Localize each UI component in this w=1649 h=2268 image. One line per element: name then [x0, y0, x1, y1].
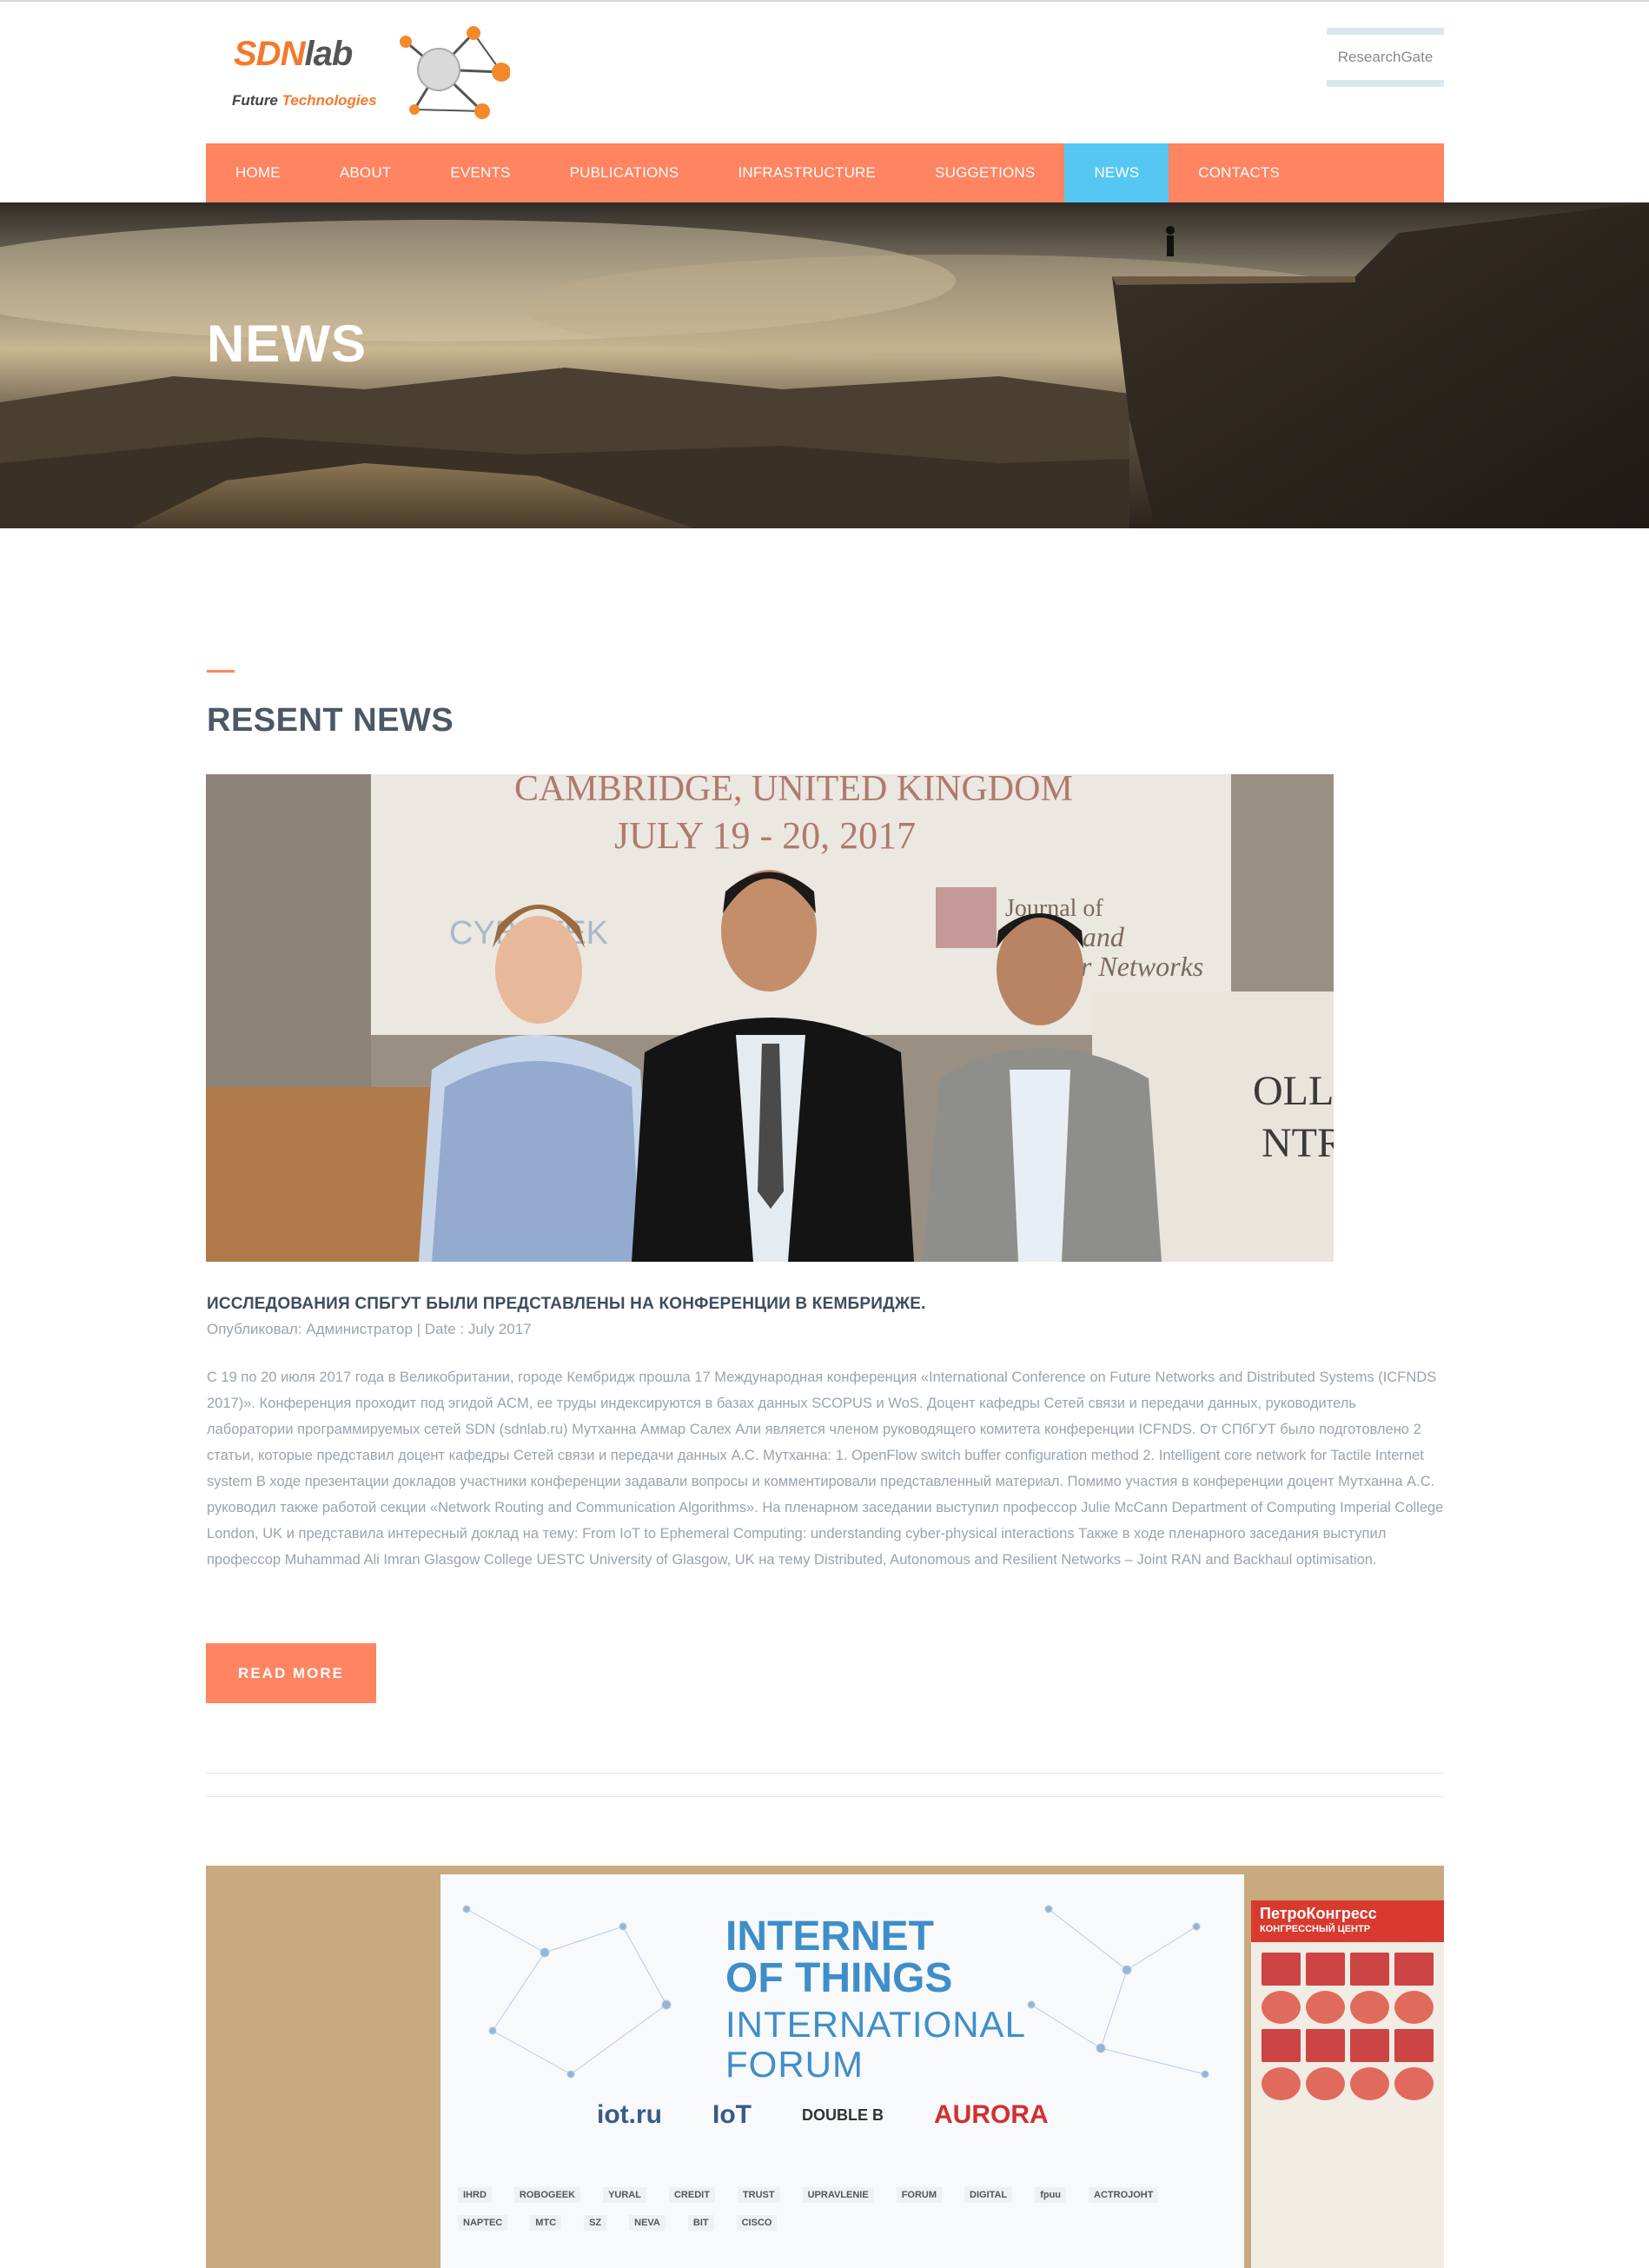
poster-photo [1262, 2029, 1301, 2062]
sponsor-logo: TRUST [737, 2187, 780, 2203]
sponsor-logo: SZ [584, 2215, 607, 2231]
logo-tagline: Future Technologies [232, 92, 377, 109]
news-photo-iot-forum[interactable]: INTERNET OF THINGS INTERNATIONAL FORUM iot… [206, 1866, 1444, 2268]
forum-subtitle: INTERNATIONAL FORUM [725, 2004, 1026, 2085]
forum-title: INTERNET OF THINGS [725, 1913, 953, 2001]
nav-item-home[interactable]: HOME [206, 143, 310, 202]
sponsor-logo: IHRD [458, 2187, 492, 2203]
poster-icon [1306, 1991, 1345, 2024]
sponsor-logo: ACTROJOHT [1089, 2187, 1159, 2203]
section-accent-line [207, 670, 235, 673]
nav-item-contacts[interactable]: CONTACTS [1169, 143, 1309, 202]
poster-icon [1350, 1991, 1389, 2024]
poster-photo [1306, 2029, 1345, 2062]
sponsor-logo: NAPTEC [458, 2215, 508, 2231]
logo-wordmark: SDNlab [234, 35, 353, 73]
post-body: С 19 по 20 июля 2017 года в Великобритан… [207, 1369, 1444, 1568]
forum-banner: INTERNET OF THINGS INTERNATIONAL FORUM iot… [440, 1874, 1244, 2268]
sponsor-logo: YURAL [603, 2187, 646, 2203]
poster-photo [1350, 2029, 1389, 2062]
banner-line-1: CAMBRIDGE, UNITED KINGDOM [514, 774, 1073, 809]
read-more-button[interactable]: READ MORE [206, 1643, 376, 1703]
double-b-logo: DOUBLE B [802, 2106, 884, 2124]
poster-photo [1306, 1953, 1345, 1986]
nav-item-publications[interactable]: PUBLICATIONS [540, 143, 709, 202]
nav-item-infrastructure[interactable]: INFRASTRUCTURE [708, 143, 905, 202]
researchgate-link[interactable]: ResearchGate [1327, 28, 1444, 87]
aurora-logo: AURORA [934, 2100, 1049, 2129]
poster-icon [1394, 2067, 1434, 2100]
poster-photo [1262, 1953, 1301, 1986]
sponsor-logo: FORUM [896, 2187, 943, 2203]
sponsor-logo: BIT [687, 2215, 714, 2231]
poster-icon [1394, 1991, 1434, 2024]
news-photo-cambridge[interactable]: CAMBRIDGE, UNITED KINGDOM JULY 19 - 20, … [206, 774, 1334, 1262]
nav-item-events[interactable]: EVENTS [421, 143, 540, 202]
poster-photo [1394, 1953, 1434, 1986]
poster-photo [1350, 1953, 1389, 1986]
post-meta: Опубликовал: Администратор | Date : July… [207, 1321, 532, 1337]
top-border [0, 0, 1649, 2]
banner-line-2: JULY 19 - 20, 2017 [614, 814, 916, 857]
nav-item-suggetions[interactable]: SUGGETIONS [905, 143, 1064, 202]
section-title: RESENT NEWS [207, 702, 454, 739]
hero-banner: NEWS [0, 202, 1649, 528]
poster-icon [1350, 2067, 1389, 2100]
sponsor-logo: CREDIT [668, 2187, 715, 2203]
molecule-icon [400, 26, 510, 119]
site-logo[interactable]: SDNlab Future Technologies [206, 24, 510, 129]
sponsor-logo: MTC [530, 2215, 562, 2231]
poster-icon [1262, 1991, 1301, 2024]
poster-header: ПетроКонгресс КОНГРЕССНЫЙ ЦЕНТР [1251, 1900, 1444, 1942]
poster-icon [1262, 2067, 1301, 2100]
divider [206, 1796, 1444, 1797]
sponsor-logo: ROBOGEEK [513, 2187, 581, 2203]
iot-ru-logo: iot.ru [597, 2100, 662, 2129]
nav-item-about[interactable]: ABOUT [310, 143, 421, 202]
board-text-2: NTRE [1262, 1120, 1334, 1166]
conference-photo: CAMBRIDGE, UNITED KINGDOM JULY 19 - 20, … [206, 774, 1334, 1262]
site-header: SDNlab Future Technologies ResearchGate [206, 24, 1444, 129]
main-navigation: HOME ABOUT EVENTS PUBLICATIONS INFRASTRU… [206, 143, 1444, 202]
partner-logos: iot.ru IoT DOUBLE B AURORA [597, 2100, 1049, 2130]
poster-icon [1306, 2067, 1345, 2100]
poster-photo [1394, 2029, 1434, 2062]
iot-community-logo: IoT [712, 2100, 752, 2129]
sponsor-logo: UPRAVLENIE [802, 2187, 874, 2203]
sponsor-logo: fpuu [1035, 2187, 1067, 2203]
sponsor-logo: NEVA [629, 2215, 666, 2231]
poster-icons [1251, 1942, 1444, 2111]
divider [206, 1773, 1444, 1774]
sponsor-logo: DIGITAL [964, 2187, 1013, 2203]
petrocongress-poster: ПетроКонгресс КОНГРЕССНЫЙ ЦЕНТР [1251, 1900, 1444, 2268]
sponsor-logos: IHRD ROBOGEEK YURAL CREDIT TRUST UPRAVLE… [458, 2187, 1222, 2231]
post-title[interactable]: ИССЛЕДОВАНИЯ СПБГУТ БЫЛИ ПРЕДСТАВЛЕНЫ НА… [207, 1295, 926, 1314]
board-text-1: OLLER [1253, 1068, 1334, 1114]
sponsor-logo: CISCO [736, 2215, 778, 2231]
nav-item-news[interactable]: NEWS [1064, 143, 1169, 202]
page-title: NEWS [207, 315, 367, 373]
